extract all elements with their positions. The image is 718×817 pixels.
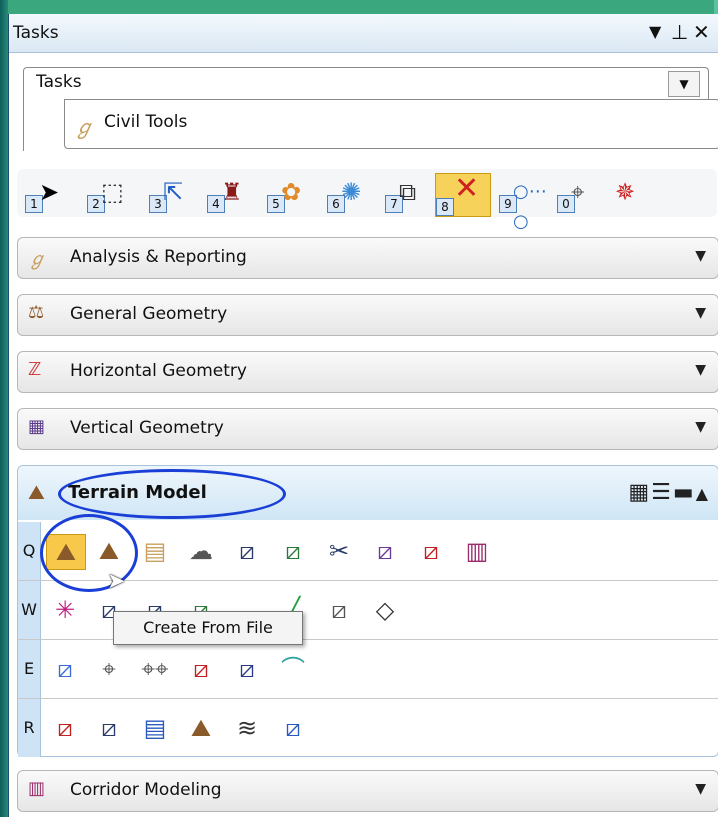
chevron-down-icon[interactable]: ▼ (695, 419, 706, 435)
row-key: Q (18, 522, 41, 580)
tool-paint[interactable]: 4 ♜ (207, 177, 255, 213)
boundary-icon[interactable]: ◇ (366, 593, 404, 627)
chevron-down-icon[interactable]: ▼ (668, 71, 700, 97)
section-horizontal-geometry[interactable]: ℤ Horizontal Geometry ▼ (17, 351, 718, 393)
create-complex-terrain-icon[interactable]: ⧄ (228, 534, 266, 568)
terrain-model-icon: ⛰ (28, 480, 45, 504)
create-clipped-terrain-icon[interactable]: ☁ (182, 534, 220, 568)
terrain-row-r: R ⧄ ⧄ ▤ ⛰ ≋ ⧄ (18, 699, 718, 757)
section-label: Analysis & Reporting (70, 247, 247, 267)
create-terrain-by-elements-icon[interactable]: ⧄ (274, 534, 312, 568)
panel-title: Tasks (13, 23, 59, 43)
chevron-down-icon[interactable]: ▼ (695, 248, 706, 264)
measure-point-icon: ⌖ (571, 178, 585, 206)
add-features-icon[interactable]: ✳ (46, 593, 84, 627)
section-vertical-geometry[interactable]: ▦ Vertical Geometry ▼ (17, 408, 718, 450)
tool-light[interactable]: 6 ✺ (327, 177, 375, 213)
civil-tools-node[interactable]: ℊ Civil Tools (23, 99, 718, 151)
terrain-from-boundary-icon[interactable]: ⧄ (366, 534, 404, 568)
contour-label-icon[interactable]: ≋ (228, 711, 266, 745)
section-general-geometry[interactable]: ⚖ General Geometry ▼ (17, 294, 718, 336)
chevron-down-icon[interactable]: ▼ (695, 362, 706, 378)
main-toolbar: 1 ➤ 2 ⬚ 3 ⇱ 4 ♜ 5 ✿ 6 ✺ 7 ⧉ 8 ✕ 9 ○⋯○ 0 … (17, 169, 717, 232)
mouse-cursor-icon: ➤ (107, 569, 126, 594)
chevron-up-icon[interactable]: ▲ (696, 484, 710, 503)
tooltip: Create From File (113, 611, 303, 645)
paint-brush-icon: ♜ (221, 178, 243, 206)
terrain-report-icon[interactable]: ▤ (136, 711, 174, 745)
grid-view-icon[interactable]: ▦ (628, 480, 651, 505)
section-analysis-reporting[interactable]: ℊ Analysis & Reporting ▼ (17, 237, 718, 279)
chevron-down-icon[interactable]: ▼ (695, 781, 706, 797)
task-selector[interactable]: Tasks ▼ (23, 67, 709, 100)
close-icon[interactable]: ✕ (693, 19, 710, 45)
palette-icon: ✿ (281, 178, 302, 206)
window-left-border (0, 0, 8, 817)
tool-selection-box[interactable]: 2 ⬚ (87, 177, 135, 213)
analysis-icon: ℊ (28, 249, 46, 270)
arc-terrain-icon[interactable]: ⌒ (274, 652, 312, 686)
scale-icon: ⧉ (399, 178, 417, 206)
terrain-red-icon[interactable]: ⧄ (46, 711, 84, 745)
section-corridor-modeling[interactable]: ▥ Corridor Modeling ▼ (17, 770, 718, 812)
terrain-highlight-icon[interactable]: ⧄ (182, 652, 220, 686)
clip-terrain-icon[interactable]: ✂ (320, 534, 358, 568)
terrain-blue-icon[interactable]: ⧄ (228, 652, 266, 686)
tool-select[interactable]: 1 ➤ (25, 177, 73, 213)
create-from-graphical-filter-icon[interactable]: ▤ (136, 534, 174, 568)
tool-measure-point[interactable]: 0 ⌖ (557, 177, 605, 213)
list-view-icon[interactable]: ☰ (651, 480, 673, 505)
chevron-down-icon[interactable]: ▼ (695, 305, 706, 321)
section-label: Vertical Geometry (70, 418, 224, 438)
corridor-modeling-icon: ▥ (28, 778, 46, 799)
terrain-model-colored-icon[interactable]: ▥ (458, 534, 496, 568)
tool-palette[interactable]: 5 ✿ (267, 177, 315, 213)
tool-measure-distance[interactable]: 9 ○⋯○ (499, 177, 547, 232)
measure-distance-icon: ○⋯○ (513, 181, 547, 232)
row-key: R (18, 699, 41, 757)
single-point-icon[interactable]: ⌖ (90, 652, 128, 686)
horizontal-geometry-icon: ℤ (28, 359, 42, 380)
civil-tools-icon: ℊ (74, 115, 94, 139)
tool-delete[interactable]: 8 ✕ (435, 173, 491, 217)
terrain-point-label-icon[interactable]: ⧄ (412, 534, 450, 568)
selection-box-icon: ⬚ (101, 178, 124, 206)
double-point-icon[interactable]: ⌖⌖ (136, 652, 174, 686)
civil-tools-label: Civil Tools (104, 112, 188, 132)
row-key: W (18, 581, 41, 639)
general-geometry-icon: ⚖ (28, 302, 45, 323)
section-label: Corridor Modeling (70, 780, 222, 800)
tasks-titlebar: Tasks ▼ ⊥ ✕ (9, 14, 718, 53)
terrain-elevation-icon[interactable]: ⧄ (274, 711, 312, 745)
tool-key: 8 (436, 198, 454, 216)
tool-scale[interactable]: 7 ⧉ (385, 177, 433, 213)
select-arrow-icon: ➤ (39, 178, 60, 206)
terrain-grid-icon[interactable]: ⧄ (90, 711, 128, 745)
export-terrain-icon[interactable]: ⛰ (182, 711, 220, 745)
tool-target[interactable]: ✵ (609, 177, 657, 213)
terrain-model-header[interactable]: ⛰ Terrain Model ▦☰▬▲ (18, 466, 718, 520)
tool-copy[interactable]: 3 ⇱ (149, 177, 197, 213)
section-label: General Geometry (70, 304, 228, 324)
dropdown-arrow-icon[interactable]: ▼ (649, 19, 661, 45)
compact-view-icon[interactable]: ▬ (673, 480, 696, 505)
row-key: E (18, 640, 41, 698)
drape-terrain-icon[interactable]: ⧄ (46, 652, 84, 686)
delete-x-icon: ✕ (454, 171, 480, 206)
annotation-circle-header (58, 469, 286, 519)
tasks-panel: Tasks ▼ ⊥ ✕ Tasks ▼ ℊ Civil Tools 1 ➤ 2 … (8, 14, 718, 817)
view-mode-buttons[interactable]: ▦☰▬▲ (628, 480, 710, 505)
vertical-geometry-icon: ▦ (28, 416, 46, 437)
light-bulb-icon: ✺ (341, 178, 362, 206)
terrain-row-e: E ⧄ ⌖ ⌖⌖ ⧄ ⧄ ⌒ (18, 640, 718, 699)
section-label: Horizontal Geometry (70, 361, 247, 381)
task-selector-value: Tasks (36, 72, 82, 92)
pin-icon[interactable]: ⊥ (671, 19, 688, 45)
terrain-check-icon[interactable]: ⧄ (320, 593, 358, 627)
target-icon: ✵ (615, 178, 636, 206)
copy-element-icon: ⇱ (163, 178, 184, 206)
